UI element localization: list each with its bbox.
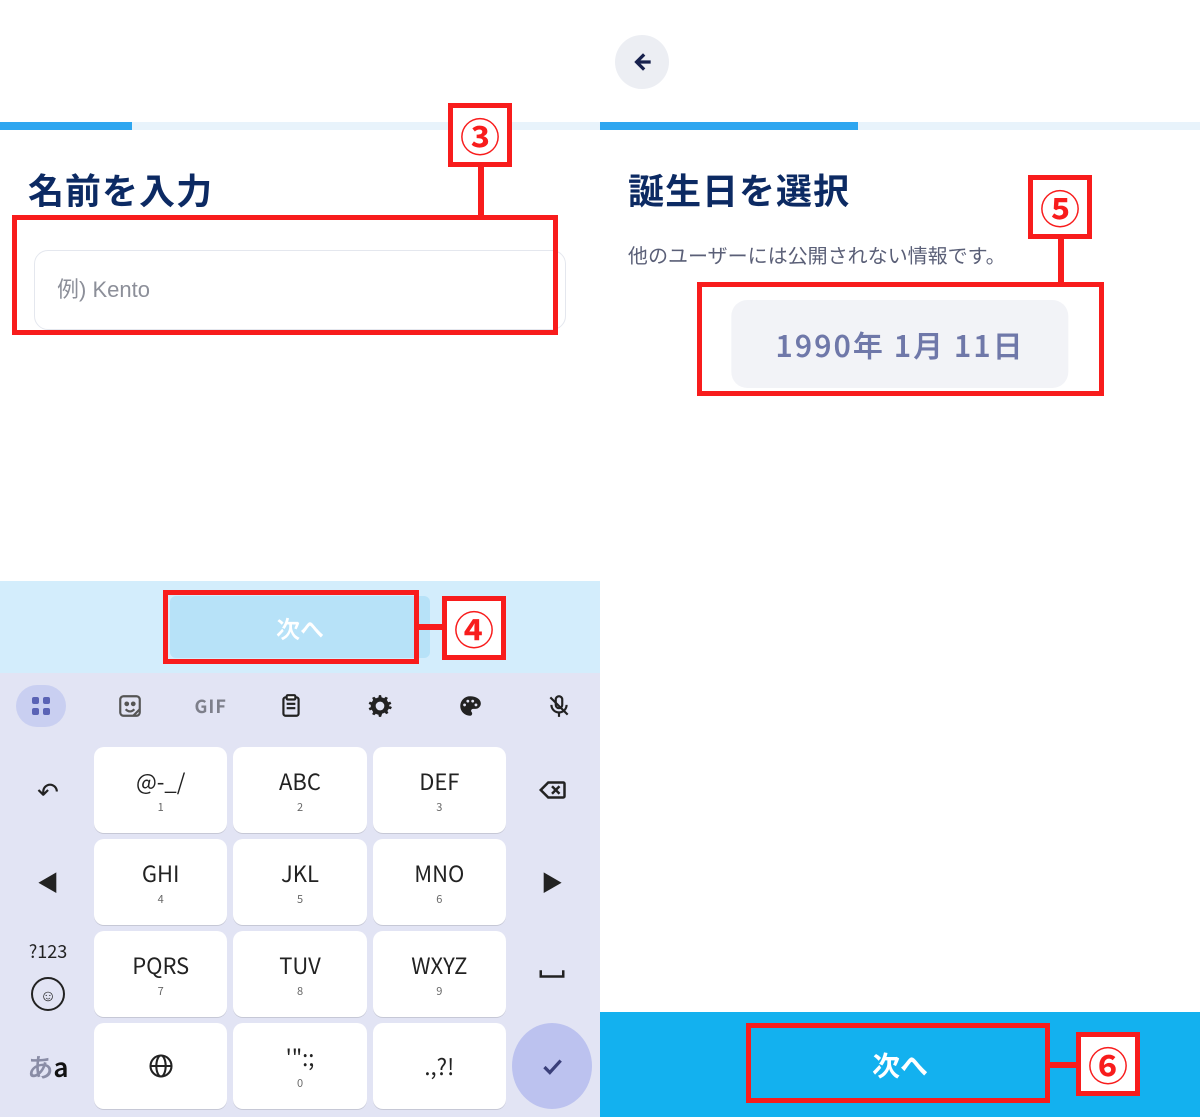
keyboard-grid: ↶ @-_/1 ABC2 DEF3 ◀ GHI4 JKL5 MNO6 ▶ ?12… [0,739,600,1117]
next-button[interactable]: 次へ [750,1030,1050,1100]
progress-bar [600,122,1200,130]
key-punct[interactable]: .,?! [373,1023,506,1109]
next-bar: 次へ [600,1012,1200,1117]
screen-name-entry: 名前を入力 次へ GIF [0,0,600,1117]
next-button[interactable]: 次へ [170,596,430,658]
page-title: 名前を入力 [28,163,213,215]
name-input[interactable] [57,277,543,303]
sticker-icon[interactable] [105,685,155,727]
key-mode-symbol-emoji[interactable]: ?123 ☺ [8,931,88,1017]
key-right-arrow[interactable]: ▶ [512,839,592,925]
key-enter[interactable] [512,1023,592,1109]
emoji-icon: ☺ [31,977,65,1011]
page-title: 誕生日を選択 [628,163,850,215]
keyboard-toolbar: GIF [0,673,600,739]
apps-icon[interactable] [16,685,66,727]
annotation-label-3: ③ [448,103,512,167]
progress-fill [600,122,858,130]
key-backspace[interactable] [512,747,592,833]
name-input-container[interactable] [34,250,566,330]
key-lang-switch[interactable]: あa [8,1023,88,1109]
clipboard-icon[interactable] [266,685,316,727]
key-5[interactable]: JKL5 [233,839,366,925]
back-button[interactable] [615,35,669,89]
palette-icon[interactable] [445,685,495,727]
symbols-label: ?123 [29,938,68,964]
key-undo[interactable]: ↶ [8,747,88,833]
gif-icon[interactable]: GIF [195,693,227,719]
key-space[interactable] [512,931,592,1017]
key-4[interactable]: GHI4 [94,839,227,925]
key-0[interactable]: '":;0 [233,1023,366,1109]
key-globe[interactable] [94,1023,227,1109]
key-3[interactable]: DEF3 [373,747,506,833]
annotation-connector-3 [478,167,484,220]
keyboard: GIF ↶ @-_/1 ABC2 DEF3 ◀ [0,673,600,1117]
settings-icon[interactable] [355,685,405,727]
key-9[interactable]: WXYZ9 [373,931,506,1017]
screen-birthday: 誕生日を選択 他のユーザーには公開されない情報です。 1990年 1月 11日 … [600,0,1200,1117]
key-7[interactable]: PQRS7 [94,931,227,1017]
key-1[interactable]: @-_/1 [94,747,227,833]
annotation-connector-5 [1058,238,1064,286]
progress-bar [0,122,600,130]
date-selector[interactable]: 1990年 1月 11日 [731,300,1068,388]
next-bar: 次へ [0,581,600,673]
key-left-arrow[interactable]: ◀ [8,839,88,925]
key-2[interactable]: ABC2 [233,747,366,833]
mic-off-icon[interactable] [534,685,584,727]
annotation-label-5: ⑤ [1028,175,1092,239]
key-6[interactable]: MNO6 [373,839,506,925]
key-8[interactable]: TUV8 [233,931,366,1017]
page-subtitle: 他のユーザーには公開されない情報です。 [628,240,1006,269]
progress-fill [0,122,132,130]
